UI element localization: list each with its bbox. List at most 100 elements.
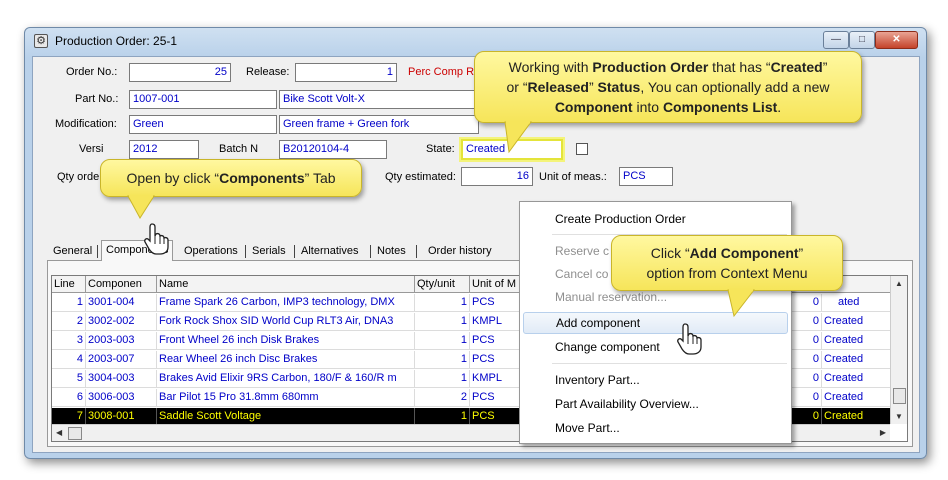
- cell-status: Created: [824, 372, 864, 384]
- cell-component: 3001-004: [86, 294, 157, 312]
- tab-alternatives[interactable]: Alternatives: [301, 243, 358, 260]
- cell-qty2: 0: [792, 351, 822, 369]
- cell-status: ated: [838, 296, 860, 308]
- cell-component: 3002-002: [86, 313, 157, 331]
- tab-separator: [416, 245, 417, 258]
- cell-qty2: 0: [792, 313, 822, 331]
- tab-serials[interactable]: Serials: [252, 243, 286, 260]
- callout-text: Click “: [650, 245, 690, 261]
- tab-separator: [370, 245, 371, 258]
- column-header-qty-unit[interactable]: Qty/unit: [415, 276, 470, 293]
- state-label: State:: [426, 143, 455, 155]
- cell-line: 1: [52, 294, 86, 312]
- menu-separator: [552, 363, 787, 364]
- cell-component: 3006-003: [86, 389, 157, 407]
- cell-qty: 1: [415, 332, 470, 350]
- tab-notes[interactable]: Notes: [377, 243, 406, 260]
- qty-estimated-label: Qty estimated:: [385, 171, 456, 183]
- tab-order-history[interactable]: Order history: [428, 243, 492, 260]
- menu-item-change-component[interactable]: Change component: [523, 336, 788, 358]
- cell-qty: 1: [415, 351, 470, 369]
- close-button[interactable]: ✕: [875, 31, 918, 49]
- callout-text: option from Context Menu: [646, 265, 808, 281]
- callout-text: Open by click “: [126, 170, 220, 186]
- callout-text: ”: [798, 245, 804, 261]
- tab-separator: [245, 245, 246, 258]
- callout-text: or “: [506, 79, 528, 95]
- hand-pointer-icon: [677, 323, 702, 355]
- modification-label: Modification:: [55, 118, 117, 130]
- column-header-component[interactable]: Componen: [86, 276, 157, 293]
- cell-line: 2: [52, 313, 86, 331]
- part-no-field[interactable]: 1007-001: [129, 90, 277, 109]
- unit-of-measure-field[interactable]: PCS: [619, 167, 673, 186]
- tab-general[interactable]: General: [53, 243, 92, 260]
- menu-item-inventory-part[interactable]: Inventory Part...: [523, 369, 788, 391]
- callout-text: , You can optionally add a new: [640, 79, 830, 95]
- callout-text: Components: [219, 170, 305, 186]
- qty-order-label: Qty orde: [57, 171, 100, 183]
- menu-item-create-production-order[interactable]: Create Production Order: [523, 208, 788, 230]
- tab-operations[interactable]: Operations: [184, 243, 238, 260]
- cell-line: 5: [52, 370, 86, 388]
- cell-line: 6: [52, 389, 86, 407]
- part-no-label: Part No.:: [75, 93, 119, 105]
- callout-text: Production Order: [592, 59, 709, 75]
- state-checkbox[interactable]: [576, 143, 588, 155]
- cell-line: 3: [52, 332, 86, 350]
- callout-add-component: Click “Add Component” option from Contex…: [611, 235, 843, 291]
- release-field[interactable]: 1: [295, 63, 397, 82]
- cell-component: 3004-003: [86, 370, 157, 388]
- minimize-button[interactable]: —: [823, 31, 849, 49]
- cell-qty: 1: [415, 294, 470, 312]
- tab-separator: [294, 245, 295, 258]
- menu-item-move-part[interactable]: Move Part...: [523, 417, 788, 439]
- scroll-right-icon[interactable]: ▶: [880, 428, 886, 437]
- callout-text: that has “: [708, 59, 771, 75]
- menu-item-part-availability-overview[interactable]: Part Availability Overview...: [523, 393, 788, 415]
- column-header-name[interactable]: Name: [157, 276, 415, 293]
- callout-text: .: [777, 99, 782, 115]
- horizontal-scroll-thumb[interactable]: [68, 427, 82, 440]
- scroll-up-icon[interactable]: ▲: [895, 279, 903, 288]
- cell-component: 2003-007: [86, 351, 157, 369]
- cell-qty2: 0: [792, 332, 822, 350]
- cell-qty: 2: [415, 389, 470, 407]
- release-label: Release:: [246, 66, 290, 78]
- modification-field[interactable]: Green: [129, 115, 277, 134]
- vertical-scroll-thumb[interactable]: [893, 388, 906, 404]
- callout-text: ”: [588, 79, 598, 95]
- order-no-label: Order No.:: [66, 66, 118, 78]
- cell-name: Brakes Avid Elixir 9RS Carbon, 180/F & 1…: [157, 370, 415, 388]
- hand-pointer-icon: [144, 223, 169, 255]
- callout-text: Components List: [662, 99, 778, 115]
- callout-text: into: [632, 99, 663, 115]
- modification-description-field[interactable]: Green frame + Green fork: [279, 115, 479, 134]
- column-header-line[interactable]: Line: [52, 276, 86, 293]
- cell-name: Fork Rock Shox SID World Cup RLT3 Air, D…: [157, 313, 415, 331]
- cell-qty2: 0: [792, 294, 822, 312]
- order-no-field[interactable]: 25: [129, 63, 231, 82]
- version-label: Versi: [79, 143, 104, 155]
- qty-estimated-field[interactable]: 16: [461, 167, 533, 186]
- callout-pointer: [504, 120, 532, 154]
- version-field[interactable]: 2012: [129, 140, 199, 159]
- callout-text: Released: [527, 79, 589, 95]
- app-gear-icon: ⚙: [34, 34, 48, 48]
- callout-instruction-top: Working with Production Order that has “…: [474, 51, 862, 123]
- cell-qty: 1: [415, 370, 470, 388]
- callout-text: Working with: [508, 59, 593, 75]
- maximize-button[interactable]: □: [849, 31, 875, 49]
- vertical-scrollbar[interactable]: ▲ ▼: [890, 276, 907, 424]
- callout-text: ” Tab: [304, 170, 336, 186]
- callout-text: Status: [597, 79, 641, 95]
- cell-status: Created: [824, 353, 864, 365]
- part-description-field[interactable]: Bike Scott Volt-X: [279, 90, 479, 109]
- scroll-left-icon[interactable]: ◀: [56, 428, 62, 437]
- batch-field[interactable]: B20120104-4: [279, 140, 387, 159]
- cell-status: Created: [824, 334, 864, 346]
- cell-status: Created: [824, 391, 864, 403]
- scroll-down-icon[interactable]: ▼: [895, 412, 903, 421]
- callout-text: Created: [770, 59, 823, 75]
- cell-name: Frame Spark 26 Carbon, IMP3 technology, …: [157, 294, 415, 312]
